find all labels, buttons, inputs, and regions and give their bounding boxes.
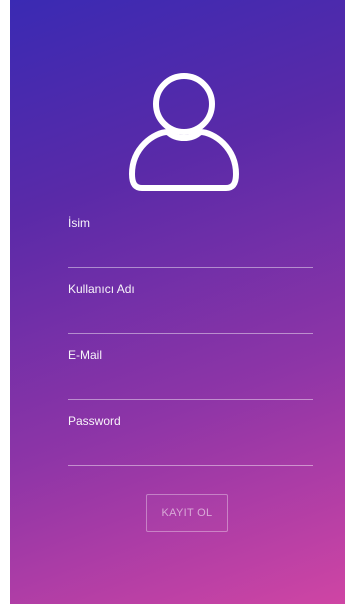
register-screen: İsim Kullanıcı Adı E-Mail Password KAYIT… <box>10 0 345 604</box>
password-label: Password <box>68 414 121 428</box>
register-button[interactable]: KAYIT OL <box>146 494 228 532</box>
user-avatar-icon <box>129 73 239 191</box>
username-field[interactable]: Kullanıcı Adı <box>68 282 313 334</box>
username-label: Kullanıcı Adı <box>68 282 135 296</box>
name-field[interactable]: İsim <box>68 216 313 268</box>
password-underline <box>68 465 313 466</box>
password-field[interactable]: Password <box>68 414 313 466</box>
name-label: İsim <box>68 216 90 230</box>
email-field[interactable]: E-Mail <box>68 348 313 400</box>
username-underline <box>68 333 313 334</box>
email-underline <box>68 399 313 400</box>
name-underline <box>68 267 313 268</box>
email-label: E-Mail <box>68 348 103 362</box>
